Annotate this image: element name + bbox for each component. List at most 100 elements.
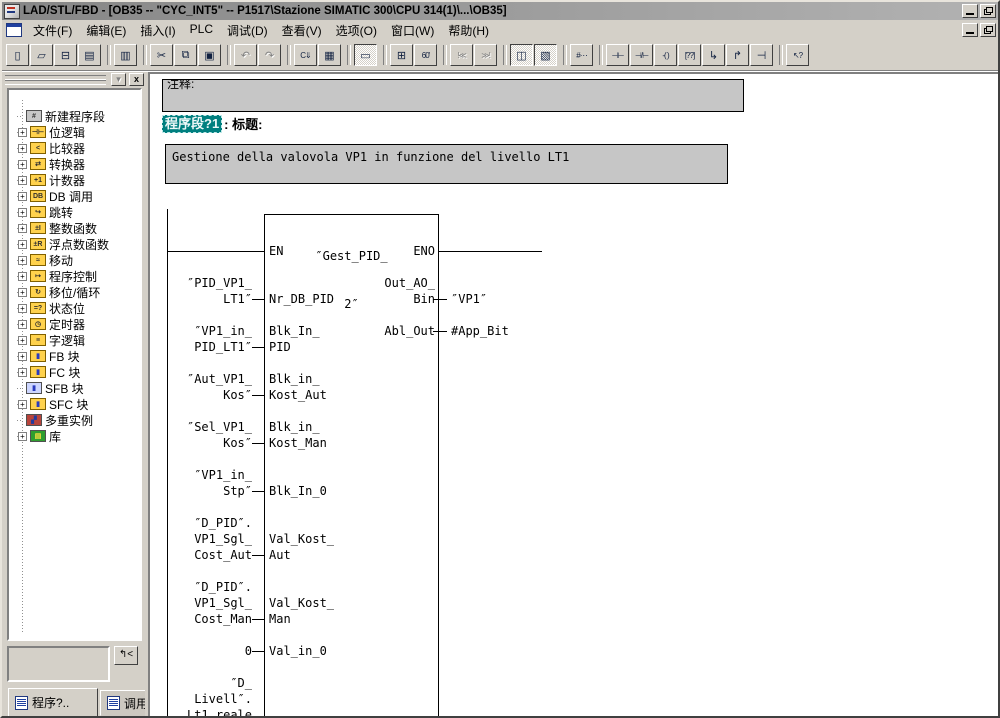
expand-icon[interactable]: + bbox=[18, 256, 27, 265]
overview-toggle-button[interactable]: ◫ bbox=[510, 44, 533, 66]
menu-help[interactable]: 帮助(H) bbox=[441, 20, 496, 41]
expand-icon[interactable]: + bbox=[18, 208, 27, 217]
tree-item-converter[interactable]: +⇄转换器 bbox=[9, 156, 140, 172]
cut-button[interactable]: ✂ bbox=[150, 44, 173, 66]
output-param-name[interactable]: Out_AO_Bin bbox=[304, 275, 435, 307]
copy-button[interactable]: ⧉ bbox=[174, 44, 197, 66]
input-param-name[interactable]: Val_Kost_Man bbox=[269, 595, 334, 627]
minimize-button[interactable] bbox=[962, 4, 978, 18]
expand-icon[interactable]: + bbox=[18, 224, 27, 233]
input-operand[interactable]: ″VP1_in_Stp″ bbox=[194, 467, 252, 499]
input-param-name[interactable]: Val_in_0 bbox=[269, 643, 327, 659]
pane-collapse-button[interactable]: ↰< bbox=[114, 646, 138, 665]
input-operand[interactable]: ″D_Livell″.Lt1 reale bbox=[187, 675, 252, 718]
input-param-name[interactable]: Blk_in_Kost_Aut bbox=[269, 371, 327, 403]
output-operand[interactable]: #App_Bit bbox=[451, 323, 509, 339]
network-comment-box[interactable]: Gestione della valovola VP1 in funzione … bbox=[165, 144, 728, 184]
tree-item-fc-blocks[interactable]: +▮FC 块 bbox=[9, 364, 140, 380]
expand-icon[interactable]: + bbox=[18, 176, 27, 185]
input-operand[interactable]: ″Aut_VP1_Kos″ bbox=[187, 371, 252, 403]
input-param-name[interactable]: Blk_in_Kost_Man bbox=[269, 419, 327, 451]
tree-item-comparator[interactable]: +<比较器 bbox=[9, 140, 140, 156]
tree-item-word-logic[interactable]: +≡字逻辑 bbox=[9, 332, 140, 348]
menu-view[interactable]: 查看(V) bbox=[275, 20, 329, 41]
print-button[interactable]: ▥ bbox=[114, 44, 137, 66]
menu-edit[interactable]: 编辑(E) bbox=[79, 20, 133, 41]
menu-file[interactable]: 文件(F) bbox=[26, 20, 79, 41]
tree-item-new-network[interactable]: #新建程序段 bbox=[9, 108, 140, 124]
tree-item-bit-logic[interactable]: +⊣⊢位逻辑 bbox=[9, 124, 140, 140]
close-branch-button[interactable]: ↱ bbox=[726, 44, 749, 66]
output-param-name[interactable]: Abl_Out bbox=[304, 323, 435, 339]
tree-item-sfb-blocks[interactable]: ▮SFB 块 bbox=[9, 380, 140, 396]
tree-item-shift-rotate[interactable]: +↻移位/循环 bbox=[9, 284, 140, 300]
new-network-button[interactable]: #⋯ bbox=[570, 44, 593, 66]
input-operand[interactable]: ″D_PID″.VP1_Sgl_Cost_Man bbox=[194, 579, 252, 627]
child-restore-button[interactable] bbox=[980, 23, 996, 37]
tree-item-sfc-blocks[interactable]: +▮SFC 块 bbox=[9, 396, 140, 412]
comment-toggle-button[interactable]: ▭ bbox=[354, 44, 377, 66]
expand-icon[interactable]: + bbox=[18, 368, 27, 377]
download-button[interactable]: C⇓ bbox=[294, 44, 317, 66]
symbol-monitor-button[interactable]: 60' bbox=[414, 44, 437, 66]
tree-item-move[interactable]: +≈移动 bbox=[9, 252, 140, 268]
expand-icon[interactable]: + bbox=[18, 336, 27, 345]
tree-item-fb-blocks[interactable]: +▮FB 块 bbox=[9, 348, 140, 364]
tree-item-counter[interactable]: ++1计数器 bbox=[9, 172, 140, 188]
expand-icon[interactable]: + bbox=[18, 144, 27, 153]
input-operand[interactable]: ″VP1_in_PID_LT1″ bbox=[194, 323, 252, 355]
input-operand[interactable]: 0 bbox=[245, 643, 252, 659]
tree-item-integer-functions[interactable]: +±I整数函数 bbox=[9, 220, 140, 236]
help-select-button[interactable]: ↖? bbox=[786, 44, 809, 66]
input-operand[interactable]: ″Sel_VP1_Kos″ bbox=[187, 419, 252, 451]
expand-icon[interactable]: + bbox=[18, 240, 27, 249]
tree-item-status-bits[interactable]: +=?状态位 bbox=[9, 300, 140, 316]
tree-item-jump[interactable]: +↪跳转 bbox=[9, 204, 140, 220]
palette-gripper[interactable] bbox=[5, 80, 106, 85]
detail-view-button[interactable]: ▧ bbox=[534, 44, 557, 66]
restore-button[interactable] bbox=[980, 4, 996, 18]
block-comment-box[interactable]: 注释: bbox=[162, 79, 744, 112]
input-operand[interactable]: ″PID_VP1_LT1″ bbox=[187, 275, 252, 307]
open-branch-button[interactable]: ↳ bbox=[702, 44, 725, 66]
save-button[interactable]: ▤ bbox=[78, 44, 101, 66]
menu-plc[interactable]: PLC bbox=[183, 20, 220, 41]
new-button[interactable]: ▯ bbox=[6, 44, 29, 66]
input-param-name[interactable]: Val_Kost_Aut bbox=[269, 531, 334, 563]
tree-item-float-functions[interactable]: +±R浮点数函数 bbox=[9, 236, 140, 252]
coil-button[interactable]: -( ) bbox=[654, 44, 677, 66]
contact-nc-button[interactable]: ⊣/⊢ bbox=[630, 44, 653, 66]
monitor-blocks-button[interactable]: ▦ bbox=[318, 44, 341, 66]
menu-debug[interactable]: 调试(D) bbox=[220, 20, 275, 41]
expand-icon[interactable]: + bbox=[18, 304, 27, 313]
network-badge[interactable]: 程序段?1 bbox=[162, 115, 222, 133]
tree-item-db-call[interactable]: +DBDB 调用 bbox=[9, 188, 140, 204]
branch-end-button[interactable]: ⊣ bbox=[750, 44, 773, 66]
expand-icon[interactable]: + bbox=[18, 272, 27, 281]
tree-item-libraries[interactable]: +▤库 bbox=[9, 428, 140, 444]
ladder-editor[interactable]: 注释: 程序段?1 : 标题: Gestione della valovola … bbox=[148, 72, 998, 716]
paste-button[interactable]: ▣ bbox=[198, 44, 221, 66]
expand-icon[interactable]: + bbox=[18, 432, 27, 441]
save-network-button[interactable]: ⊟ bbox=[54, 44, 77, 66]
expand-icon[interactable]: + bbox=[18, 400, 27, 409]
tree-item-timers[interactable]: +◷定时器 bbox=[9, 316, 140, 332]
open-button[interactable]: ▱ bbox=[30, 44, 53, 66]
empty-box-button[interactable]: [??] bbox=[678, 44, 701, 66]
tab-call-structure[interactable]: 调用 bbox=[100, 690, 145, 716]
child-window-icon[interactable] bbox=[6, 23, 22, 37]
expand-icon[interactable]: + bbox=[18, 352, 27, 361]
expand-icon[interactable]: + bbox=[18, 192, 27, 201]
palette-dropdown-button[interactable]: ▾ bbox=[111, 73, 126, 86]
expand-icon[interactable]: + bbox=[18, 320, 27, 329]
palette-close-button[interactable]: x bbox=[129, 73, 144, 86]
expand-icon[interactable]: + bbox=[18, 160, 27, 169]
expand-icon[interactable]: + bbox=[18, 288, 27, 297]
tree-item-multi-instance[interactable]: ▞多重实例 bbox=[9, 412, 140, 428]
menu-options[interactable]: 选项(O) bbox=[329, 20, 384, 41]
tree-item-program-control[interactable]: +↦程序控制 bbox=[9, 268, 140, 284]
child-minimize-button[interactable] bbox=[962, 23, 978, 37]
tab-program-elements[interactable]: 程序?.. bbox=[8, 688, 98, 717]
menu-window[interactable]: 窗口(W) bbox=[384, 20, 441, 41]
symbol-info-button[interactable]: ⊞ bbox=[390, 44, 413, 66]
